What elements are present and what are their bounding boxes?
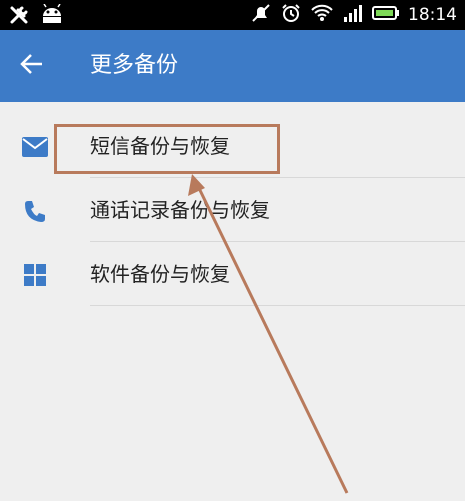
list-item-call-log-backup[interactable]: 通话记录备份与恢复 bbox=[0, 178, 465, 242]
mail-icon bbox=[20, 132, 50, 162]
list-item-app-backup[interactable]: 软件备份与恢复 bbox=[0, 242, 465, 306]
tools-icon bbox=[8, 4, 30, 30]
wifi-icon bbox=[310, 2, 334, 28]
arrow-left-icon bbox=[19, 51, 45, 81]
annotation-highlight-box bbox=[54, 124, 280, 174]
status-bar: 18:14 bbox=[0, 0, 465, 30]
signal-icon bbox=[342, 2, 364, 28]
list-item-label: 通话记录备份与恢复 bbox=[90, 198, 270, 222]
apps-grid-icon bbox=[20, 260, 50, 290]
action-bar: 更多备份 bbox=[0, 30, 465, 102]
phone-icon bbox=[20, 196, 50, 226]
page-title: 更多备份 bbox=[90, 53, 179, 78]
divider bbox=[90, 305, 465, 306]
status-time: 18:14 bbox=[408, 5, 457, 25]
back-button[interactable] bbox=[12, 46, 52, 86]
battery-icon bbox=[372, 2, 400, 28]
list-item-label: 软件备份与恢复 bbox=[90, 262, 230, 286]
alarm-icon bbox=[280, 2, 302, 28]
android-icon bbox=[40, 3, 64, 30]
mute-icon bbox=[250, 2, 272, 28]
